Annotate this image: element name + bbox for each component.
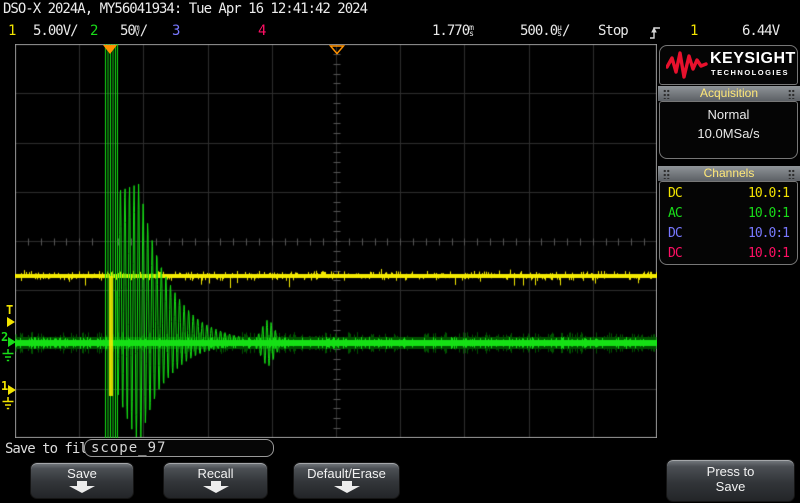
press-to-save-line1: Press to <box>667 464 794 479</box>
timebase-position[interactable]: 1.770ms <box>432 23 474 39</box>
acquisition-mode: Normal <box>660 107 797 122</box>
channels-header-label: Channels <box>704 166 755 180</box>
ch4-badge[interactable]: 4 <box>258 23 265 39</box>
ch4-coupling: DC <box>668 244 682 264</box>
ch3-badge[interactable]: 3 <box>172 23 179 39</box>
acquisition-header-label: Acquisition <box>700 86 758 100</box>
save-softkey-label: Save <box>31 466 133 481</box>
acquisition-header[interactable]: Acquisition <box>658 86 800 101</box>
trigger-source[interactable]: 1 <box>690 23 697 39</box>
ch2-scale[interactable]: 50mV/ <box>120 23 147 39</box>
brand-name: KEYSIGHT <box>710 51 796 66</box>
timebase-position-value: 1.770 <box>432 23 469 39</box>
menu-down-arrow-icon <box>203 481 229 493</box>
ch1-coupling: DC <box>668 184 682 204</box>
trigger-level-marker[interactable] <box>7 317 15 327</box>
ch2-scale-suffix: / <box>140 23 147 39</box>
channels-header[interactable]: Channels <box>658 166 800 181</box>
recall-softkey[interactable]: Recall <box>163 462 268 499</box>
acquisition-panel: Normal 10.0MSa/s <box>659 101 798 159</box>
channel-row: DC 10.0:1 <box>660 244 797 264</box>
edge-trigger-icon <box>649 25 661 40</box>
time-reference-marker[interactable] <box>329 45 345 55</box>
ch1-ground-icon <box>2 397 14 410</box>
keysight-logo-icon <box>666 51 708 79</box>
brand-sub: TECHNOLOGIES <box>711 68 789 77</box>
channel-row: DC 10.0:1 <box>660 184 797 204</box>
timebase-scale-value: 500.0 <box>520 23 557 39</box>
channels-panel: DC 10.0:1 AC 10.0:1 DC 10.0:1 DC 10.0:1 <box>659 181 798 265</box>
trigger-level-marker-label: T <box>6 303 13 317</box>
ch2-badge[interactable]: 2 <box>90 23 97 39</box>
menu-down-arrow-icon <box>69 481 95 493</box>
trigger-level: 6.44V <box>742 23 779 39</box>
ch1-scale[interactable]: 5.00V/ <box>33 23 78 39</box>
ch3-probe: 10.0:1 <box>748 224 789 244</box>
channel-row: DC 10.0:1 <box>660 224 797 244</box>
menu-down-arrow-icon <box>334 481 360 493</box>
oscilloscope-screen: DSO-X 2024A, MY56041934: Tue Apr 16 12:4… <box>0 0 800 503</box>
default-erase-softkey-label: Default/Erase <box>294 466 399 481</box>
timebase-position-unit: ms <box>469 25 474 37</box>
ch3-coupling: DC <box>668 224 682 244</box>
ch2-probe: 10.0:1 <box>748 204 789 224</box>
timebase-scale-suffix: / <box>562 23 569 39</box>
press-to-save-softkey[interactable]: Press to Save <box>666 459 795 502</box>
press-to-save-line2: Save <box>667 479 794 494</box>
brand-panel: KEYSIGHT TECHNOLOGIES <box>659 45 798 85</box>
grip-icon <box>663 89 670 99</box>
ch1-ground-marker[interactable] <box>8 385 16 395</box>
trigger-time-marker[interactable] <box>103 45 117 54</box>
waveform-display[interactable] <box>15 44 657 438</box>
instrument-title: DSO-X 2024A, MY56041934: Tue Apr 16 12:4… <box>3 1 367 17</box>
grip-icon <box>788 89 795 99</box>
filename-input[interactable]: scope_97 <box>84 439 274 457</box>
ch4-probe: 10.0:1 <box>748 244 789 264</box>
channel-row: AC 10.0:1 <box>660 204 797 224</box>
sample-rate: 10.0MSa/s <box>660 126 797 141</box>
grip-icon <box>788 169 795 179</box>
ch2-coupling: AC <box>668 204 682 224</box>
default-erase-softkey[interactable]: Default/Erase <box>293 462 400 499</box>
grip-icon <box>663 169 670 179</box>
ch1-badge[interactable]: 1 <box>8 23 15 39</box>
run-state: Stop <box>598 23 628 39</box>
recall-softkey-label: Recall <box>164 466 267 481</box>
ch2-scale-value: 50 <box>120 23 135 39</box>
ch2-ground-marker[interactable] <box>8 337 16 347</box>
timebase-scale[interactable]: 500.0µs/ <box>520 23 569 39</box>
save-softkey[interactable]: Save <box>30 462 134 499</box>
ch1-probe: 10.0:1 <box>748 184 789 204</box>
ch2-ground-icon <box>2 349 14 362</box>
